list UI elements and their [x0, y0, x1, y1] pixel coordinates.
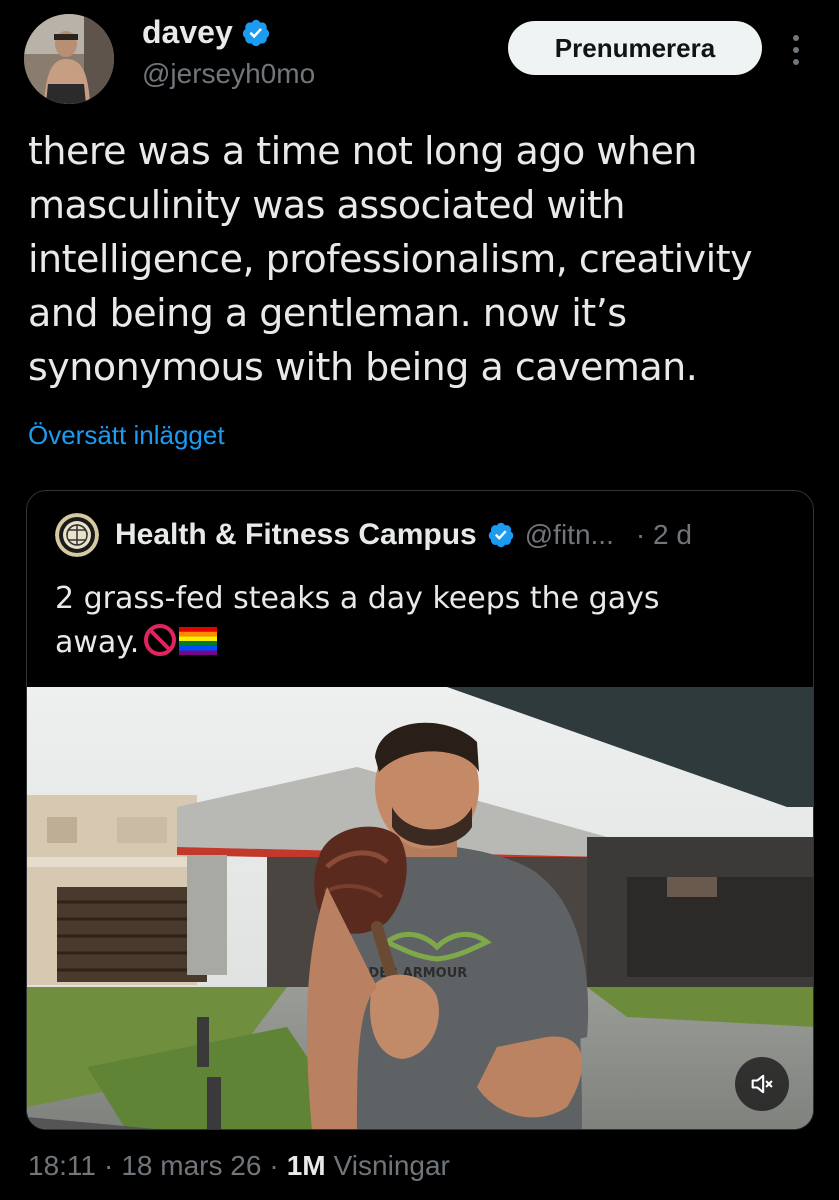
quoted-verified-badge-icon — [487, 521, 515, 549]
tweet-text-line: there was a time not long ago when — [28, 129, 697, 173]
quoted-author-avatar[interactable] — [55, 513, 99, 557]
quoted-author-handle[interactable]: @fitn... — [525, 519, 614, 551]
subscribe-button[interactable]: Prenumerera — [508, 21, 762, 75]
author-avatar[interactable] — [24, 14, 114, 104]
quoted-text-line-2: away. — [55, 621, 795, 665]
verified-badge-icon[interactable] — [241, 18, 271, 48]
meta-separator: · — [269, 1150, 279, 1181]
tweet-view: davey @jerseyh0mo Prenumerera there was … — [0, 0, 839, 1200]
quoted-text-line: 2 grass-fed steaks a day keeps the gays — [55, 581, 660, 616]
rainbow-flag-icon — [179, 624, 218, 655]
meta-separator: · — [104, 1150, 114, 1181]
prohibited-sign-icon — [143, 623, 177, 657]
tweet-meta: 18:11 · 18 mars 26 · 1M Visningar — [28, 1150, 450, 1182]
quoted-text-line: away. — [55, 625, 140, 660]
more-options-icon[interactable] — [786, 30, 806, 70]
quoted-tweet-header: Health & Fitness Campus @fitn... · 2 d — [55, 513, 692, 557]
speaker-muted-icon — [751, 1074, 773, 1094]
quoted-video[interactable]: UNDER ARMOUR — [27, 687, 813, 1129]
quoted-tweet-text: 2 grass-fed steaks a day keeps the gays … — [55, 577, 795, 665]
post-date[interactable]: 18 mars 26 — [121, 1150, 261, 1182]
tweet-text-line: masculinity was associated with — [28, 183, 626, 227]
views-count: 1M — [286, 1150, 326, 1181]
mute-toggle-button[interactable] — [735, 1057, 789, 1111]
quoted-tweet-time: · 2 d — [635, 519, 692, 550]
tweet-text-line: synonymous with being a caveman. — [28, 345, 698, 389]
tweet-text-line: intelligence, professionalism, creativit… — [28, 237, 753, 281]
views-label: Visningar — [333, 1150, 450, 1181]
translate-post-link[interactable]: Översätt inlägget — [28, 420, 225, 451]
author-name-row: davey — [142, 14, 271, 51]
author-display-name[interactable]: davey — [142, 14, 233, 51]
post-time[interactable]: 18:11 — [28, 1150, 96, 1182]
tweet-text: there was a time not long ago when mascu… — [28, 124, 828, 394]
quoted-author-display-name[interactable]: Health & Fitness Campus — [115, 518, 477, 552]
tweet-text-line: and being a gentleman. now it’s — [28, 291, 627, 335]
author-handle[interactable]: @jerseyh0mo — [142, 58, 315, 90]
quoted-tweet-card[interactable]: Health & Fitness Campus @fitn... · 2 d 2… — [26, 490, 814, 1130]
